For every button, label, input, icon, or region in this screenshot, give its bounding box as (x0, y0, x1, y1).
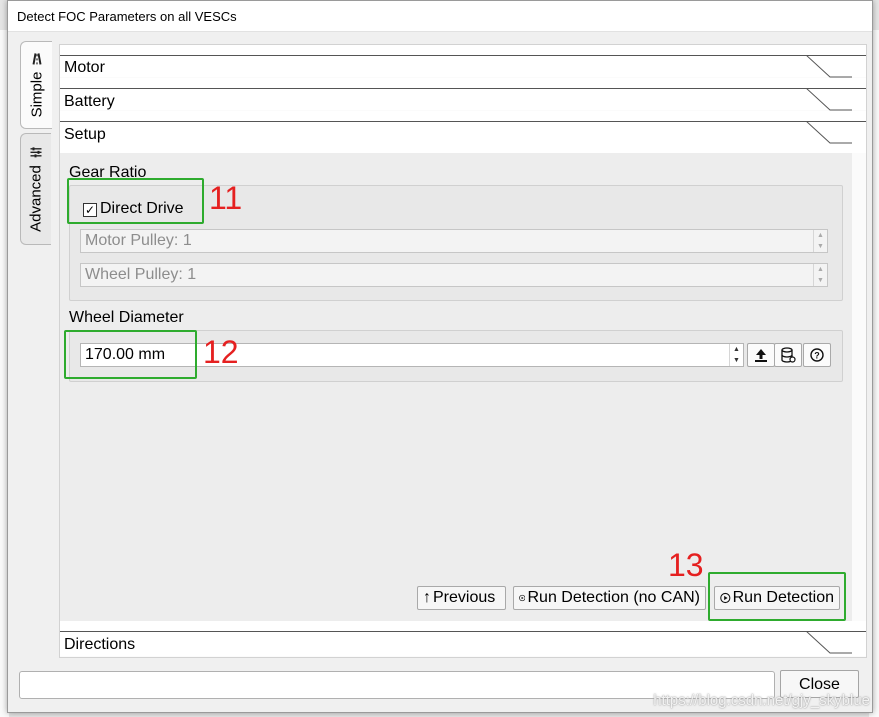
previous-button[interactable]: ↑ Previous (417, 586, 506, 610)
annotation-11: 11 (209, 180, 243, 216)
section-battery[interactable]: Battery (60, 78, 866, 111)
section-motor-label: Motor (64, 59, 105, 76)
section-battery-label: Battery (64, 93, 115, 110)
section-corner (806, 55, 852, 78)
section-divider (60, 55, 866, 56)
section-directions-label: Directions (64, 636, 136, 653)
motor-pulley-spinbox[interactable]: Motor Pulley: 1 ▲ ▼ (80, 229, 828, 253)
title-bar: Detect FOC Parameters on all VESCs (8, 1, 872, 32)
spin-down-icon[interactable]: ▼ (814, 241, 827, 252)
highlight-box-12 (64, 330, 197, 379)
section-setup[interactable]: Setup (60, 111, 866, 153)
help-icon: ? (810, 348, 824, 362)
upload-button[interactable] (747, 343, 775, 367)
tab-advanced[interactable]: Advanced (20, 133, 51, 245)
run-detection-no-can-label: Run Detection (no CAN) (527, 589, 700, 606)
highlight-box-13 (708, 572, 846, 621)
spin-up-icon[interactable]: ▲ (814, 264, 827, 275)
help-button[interactable]: ? (803, 343, 831, 367)
section-divider (60, 631, 866, 632)
annotation-13: 13 (668, 547, 704, 583)
arrow-up-icon: ↑ (423, 589, 431, 606)
previous-button-label: Previous (433, 589, 496, 606)
section-motor[interactable]: Motor (60, 45, 866, 78)
upload-icon (755, 349, 767, 362)
section-corner (806, 121, 852, 144)
wheel-diameter-title: Wheel Diameter (69, 309, 184, 326)
spin-up-icon[interactable]: ▲ (730, 344, 743, 355)
section-setup-label: Setup (64, 126, 106, 143)
play-circle-icon (519, 594, 526, 602)
section-corner (806, 631, 852, 654)
section-corner (806, 88, 852, 111)
highlight-box-11 (67, 178, 204, 224)
run-detection-no-can-button[interactable]: Run Detection (no CAN) (513, 586, 706, 610)
wheel-pulley-spinbox[interactable]: Wheel Pulley: 1 ▲ ▼ (80, 263, 828, 287)
database-icon (781, 347, 796, 363)
sliders-icon (30, 147, 42, 158)
tab-advanced-label: Advanced (27, 165, 45, 232)
section-divider (60, 88, 866, 89)
svg-text:?: ? (814, 351, 820, 361)
tab-simple[interactable]: Simple (20, 41, 52, 129)
database-button[interactable] (774, 343, 802, 367)
motor-pulley-value: Motor Pulley: 1 (85, 232, 192, 249)
tab-simple-label: Simple (28, 71, 45, 118)
road-icon (32, 53, 41, 65)
spin-up-icon[interactable]: ▲ (814, 230, 827, 241)
spin-down-icon[interactable]: ▼ (814, 275, 827, 286)
spin-down-icon[interactable]: ▼ (730, 355, 743, 366)
window-title: Detect FOC Parameters on all VESCs (17, 9, 237, 24)
side-tabs: Simple Advanced (20, 41, 52, 261)
section-directions[interactable]: Directions (60, 621, 866, 656)
section-divider (60, 121, 866, 122)
annotation-12: 12 (203, 334, 239, 370)
wheel-pulley-value: Wheel Pulley: 1 (85, 266, 197, 283)
watermark: https://blog.csdn.net/gjy_skyblue (653, 692, 870, 709)
